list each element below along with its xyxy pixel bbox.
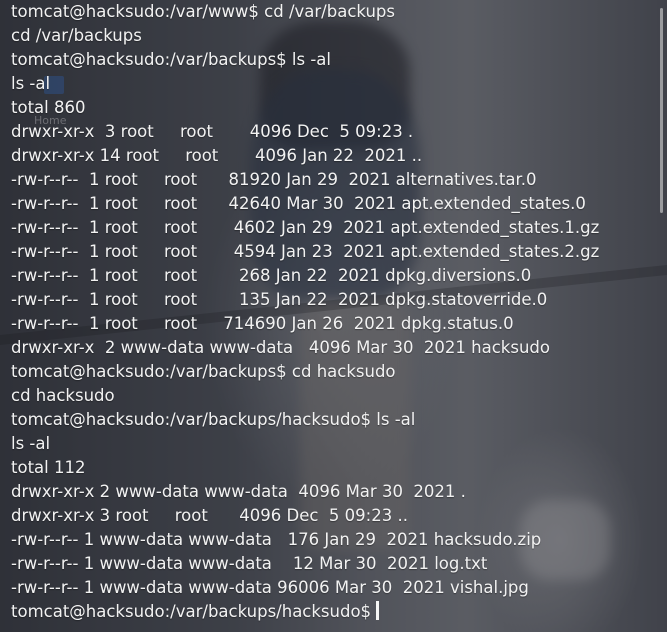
- terminal-line: total 112: [11, 458, 86, 477]
- terminal-line: -rw-r--r-- 1 root root 268 Jan 22 2021 d…: [11, 266, 532, 285]
- text-cursor: [376, 601, 380, 620]
- terminal-line: drwxr-xr-x 2 www-data www-data 4096 Mar …: [11, 482, 466, 501]
- terminal-line: tomcat@hacksudo:/var/backups/hacksudo$ l…: [11, 410, 416, 429]
- terminal-line: drwxr-xr-x 3 root root 4096 Dec 5 09:23 …: [11, 122, 414, 141]
- terminal-line: drwxr-xr-x 2 www-data www-data 4096 Mar …: [11, 338, 550, 357]
- terminal-line: tomcat@hacksudo:/var/www$ cd /var/backup…: [11, 2, 395, 21]
- terminal-line: -rw-r--r-- 1 root root 42640 Mar 30 2021…: [11, 194, 586, 213]
- terminal-prompt-line[interactable]: tomcat@hacksudo:/var/backups/hacksudo$: [11, 600, 661, 624]
- terminal-line: -rw-r--r-- 1 www-data www-data 96006 Mar…: [11, 578, 529, 597]
- terminal-line: drwxr-xr-x 14 root root 4096 Jan 22 2021…: [11, 146, 423, 165]
- terminal-line: -rw-r--r-- 1 www-data www-data 12 Mar 30…: [11, 554, 488, 573]
- terminal-line: cd hacksudo: [11, 386, 115, 405]
- terminal-scrollbar[interactable]: [660, 8, 663, 213]
- terminal-line: tomcat@hacksudo:/var/backups$ ls -al: [11, 50, 331, 69]
- terminal-line: -rw-r--r-- 1 root root 4594 Jan 23 2021 …: [11, 242, 600, 261]
- terminal-line: -rw-r--r-- 1 www-data www-data 176 Jan 2…: [11, 530, 542, 549]
- terminal-line: ls -al: [11, 74, 51, 93]
- terminal-line: -rw-r--r-- 1 root root 714690 Jan 26 202…: [11, 314, 514, 333]
- terminal-line: cd /var/backups: [11, 26, 142, 45]
- terminal-output[interactable]: tomcat@hacksudo:/var/www$ cd /var/backup…: [11, 0, 661, 632]
- terminal-line: tomcat@hacksudo:/var/backups$ cd hacksud…: [11, 362, 396, 381]
- terminal-line: total 860: [11, 98, 86, 117]
- terminal-line: drwxr-xr-x 3 root root 4096 Dec 5 09:23 …: [11, 506, 408, 525]
- terminal-line: -rw-r--r-- 1 root root 4602 Jan 29 2021 …: [11, 218, 600, 237]
- terminal-line: -rw-r--r-- 1 root root 135 Jan 22 2021 d…: [11, 290, 548, 309]
- terminal-prompt: tomcat@hacksudo:/var/backups/hacksudo$: [11, 602, 372, 621]
- terminal-line: ls -al: [11, 434, 51, 453]
- terminal-line: -rw-r--r-- 1 root root 81920 Jan 29 2021…: [11, 170, 537, 189]
